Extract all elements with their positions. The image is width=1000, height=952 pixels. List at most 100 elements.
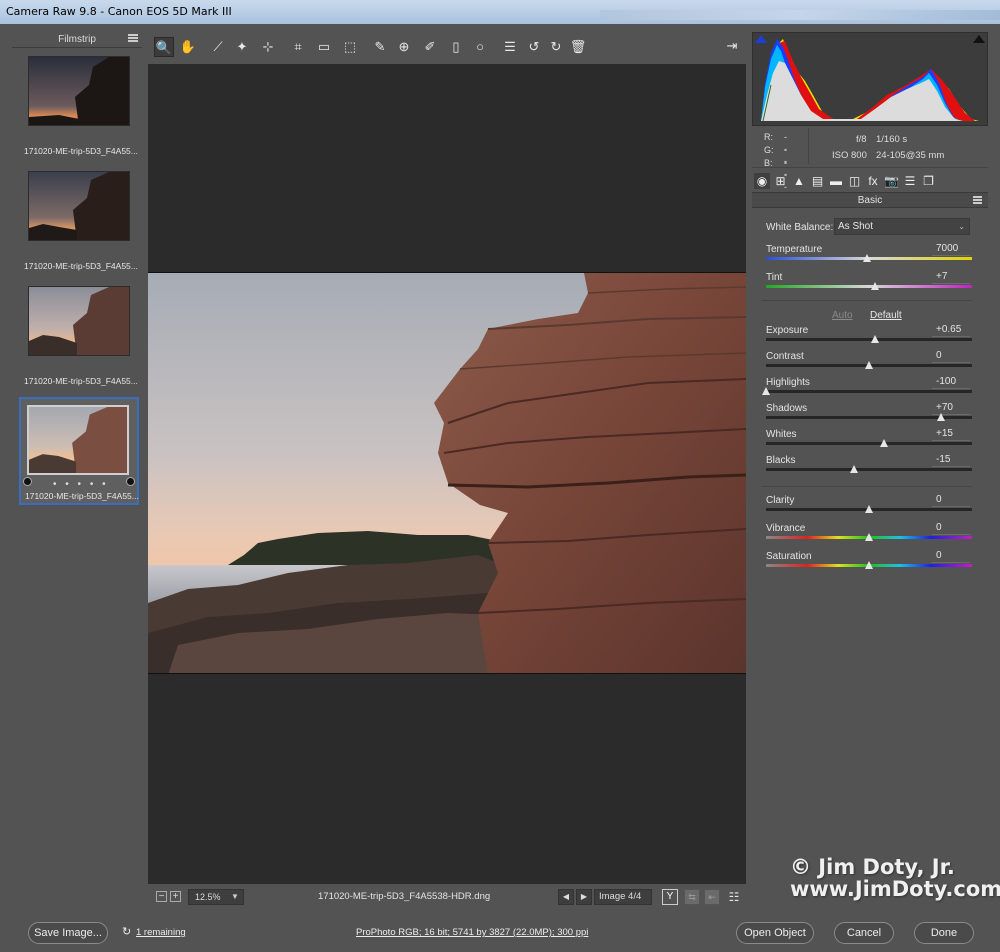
preferences-list-icon[interactable]: ☰ (500, 37, 520, 57)
tint-handle[interactable] (871, 282, 880, 290)
whites-value-field[interactable]: +15 (932, 428, 970, 441)
highlights-value-field[interactable]: -100 (932, 376, 970, 389)
whites-slider[interactable]: Whites +15 (766, 428, 972, 455)
saturation-value-field[interactable]: 0 (932, 550, 970, 563)
rotate-right-icon[interactable]: ↻ (546, 37, 566, 57)
g-label: G: (764, 145, 774, 155)
basic-tab-icon[interactable]: ◉ (754, 173, 770, 189)
contrast-slider[interactable]: Contrast 0 (766, 350, 972, 377)
panel-menu-icon[interactable] (973, 196, 982, 205)
zoom-in-button[interactable]: + (170, 891, 181, 902)
exposure-slider[interactable]: Exposure +0.65 (766, 324, 972, 351)
transform-tool-icon[interactable]: ⬚ (340, 37, 360, 57)
shadows-slider[interactable]: Shadows +70 (766, 402, 972, 429)
detail-tab-icon[interactable]: ▲ (791, 173, 807, 189)
camera-calibration-tab-icon[interactable]: 📷 (884, 173, 900, 189)
clarity-slider[interactable]: Clarity 0 (766, 494, 972, 521)
lens-corrections-tab-icon[interactable]: ◫ (847, 173, 863, 189)
spot-removal-tool-icon[interactable]: ✎ (370, 37, 390, 57)
graduated-filter-icon[interactable]: ▯ (446, 37, 466, 57)
tint-track[interactable] (766, 285, 972, 288)
crop-badge-icon (23, 477, 32, 486)
whites-handle[interactable] (880, 439, 889, 447)
shadows-handle[interactable] (937, 413, 946, 421)
blacks-value-field[interactable]: -15 (932, 454, 970, 467)
vibrance-value-field[interactable]: 0 (932, 522, 970, 535)
rotate-left-icon[interactable]: ↺ (524, 37, 544, 57)
targeted-adjustment-tool-icon[interactable]: ⊹ (258, 37, 278, 57)
trash-icon[interactable]: 🗑 (568, 37, 588, 57)
radial-filter-icon[interactable]: ○ (470, 37, 490, 57)
adjustment-brush-icon[interactable]: ✐ (420, 37, 440, 57)
auto-link[interactable]: Auto (832, 310, 853, 321)
blacks-track[interactable] (766, 468, 972, 471)
done-button[interactable]: Done (914, 922, 974, 944)
white-balance-tool-icon[interactable]: ⟋ (208, 37, 228, 57)
zoom-tool-icon[interactable]: 🔍 (154, 37, 174, 57)
color-sampler-tool-icon[interactable]: ✦ (232, 37, 252, 57)
tint-slider[interactable]: Tint +7 (766, 271, 972, 298)
filmstrip-item-selected[interactable]: • • • • • 171020-ME-trip-5D3_F4A55... (19, 397, 139, 505)
previous-image-button[interactable]: ◀ (558, 889, 574, 905)
vibrance-handle[interactable] (865, 533, 873, 541)
before-after-toggle-button[interactable]: Y (662, 889, 678, 905)
temperature-handle[interactable] (862, 254, 871, 262)
remaining-link[interactable]: 1 remaining (136, 927, 186, 938)
dialog-footer: Save Image... ↻ 1 remaining ProPhoto RGB… (0, 912, 1000, 952)
saturation-handle[interactable] (865, 561, 873, 569)
cancel-button[interactable]: Cancel (834, 922, 894, 944)
red-eye-removal-icon[interactable]: ⊕ (394, 37, 414, 57)
contrast-handle[interactable] (865, 361, 873, 369)
crop-tool-icon[interactable]: ⌗ (288, 37, 308, 57)
tone-curve-tab-icon[interactable]: ⊞ (773, 173, 789, 189)
temperature-value-field[interactable]: 7000 (932, 243, 970, 256)
whites-track[interactable] (766, 442, 972, 445)
temperature-slider[interactable]: Temperature 7000 (766, 243, 972, 270)
effects-tab-icon[interactable]: fx (865, 173, 881, 189)
hsl-tab-icon[interactable]: ▤ (810, 173, 826, 189)
zoom-dropdown-icon[interactable]: ▼ (226, 889, 244, 905)
rgb-readout: R: --- G: --- B: --- (764, 131, 787, 192)
exposure-value-field[interactable]: +0.65 (932, 324, 970, 337)
contrast-value-field[interactable]: 0 (932, 350, 970, 363)
hand-tool-icon[interactable]: ✋ (178, 37, 198, 57)
default-link[interactable]: Default (870, 310, 902, 321)
panel-title-text: Basic (857, 195, 883, 206)
highlight-clipping-warning-icon[interactable] (973, 35, 985, 43)
filmstrip-menu-icon[interactable] (128, 34, 138, 44)
straighten-tool-icon[interactable]: ▭ (314, 37, 334, 57)
clarity-value-field[interactable]: 0 (932, 494, 970, 507)
saturation-slider[interactable]: Saturation 0 (766, 550, 972, 577)
shadow-clipping-warning-icon[interactable] (755, 35, 767, 43)
save-image-button[interactable]: Save Image... (28, 922, 108, 944)
blacks-handle[interactable] (849, 465, 858, 473)
tint-value-field[interactable]: +7 (932, 271, 970, 284)
filmstrip-item[interactable]: 171020-ME-trip-5D3_F4A55... (12, 171, 138, 281)
swap-settings-button[interactable]: ⇆ (684, 889, 700, 905)
image-preview-area[interactable] (148, 64, 746, 884)
split-toning-tab-icon[interactable]: ▬ (828, 173, 844, 189)
toggle-fullscreen-icon[interactable]: ⇥ (722, 36, 742, 56)
open-object-button[interactable]: Open Object (736, 922, 814, 944)
copy-settings-button[interactable]: ⇤ (704, 889, 720, 905)
highlights-slider[interactable]: Highlights -100 (762, 376, 972, 403)
exposure-handle[interactable] (871, 335, 880, 343)
filmstrip-item[interactable]: 171020-ME-trip-5D3_F4A55... (12, 286, 138, 396)
highlights-track[interactable] (766, 390, 972, 393)
view-preferences-icon[interactable]: ☷ (726, 889, 742, 905)
highlights-label: Highlights (766, 377, 810, 388)
vibrance-slider[interactable]: Vibrance 0 (766, 522, 972, 549)
presets-tab-icon[interactable]: ☰ (902, 173, 918, 189)
clarity-handle[interactable] (865, 505, 873, 513)
saturation-label: Saturation (766, 551, 812, 562)
zoom-out-button[interactable]: − (156, 891, 167, 902)
next-image-button[interactable]: ▶ (576, 889, 592, 905)
snapshots-tab-icon[interactable]: ❐ (921, 173, 937, 189)
highlights-handle[interactable] (762, 387, 770, 395)
filmstrip-item[interactable]: 171020-ME-trip-5D3_F4A55... (12, 56, 138, 166)
white-balance-select[interactable]: As Shot ⌄ (834, 218, 970, 235)
blacks-slider[interactable]: Blacks -15 (766, 454, 972, 481)
rating-dots[interactable]: • • • • • (53, 479, 109, 490)
workflow-options-link[interactable]: ProPhoto RGB; 16 bit; 5741 by 3827 (22.0… (356, 927, 588, 938)
exposure-track[interactable] (766, 338, 972, 341)
